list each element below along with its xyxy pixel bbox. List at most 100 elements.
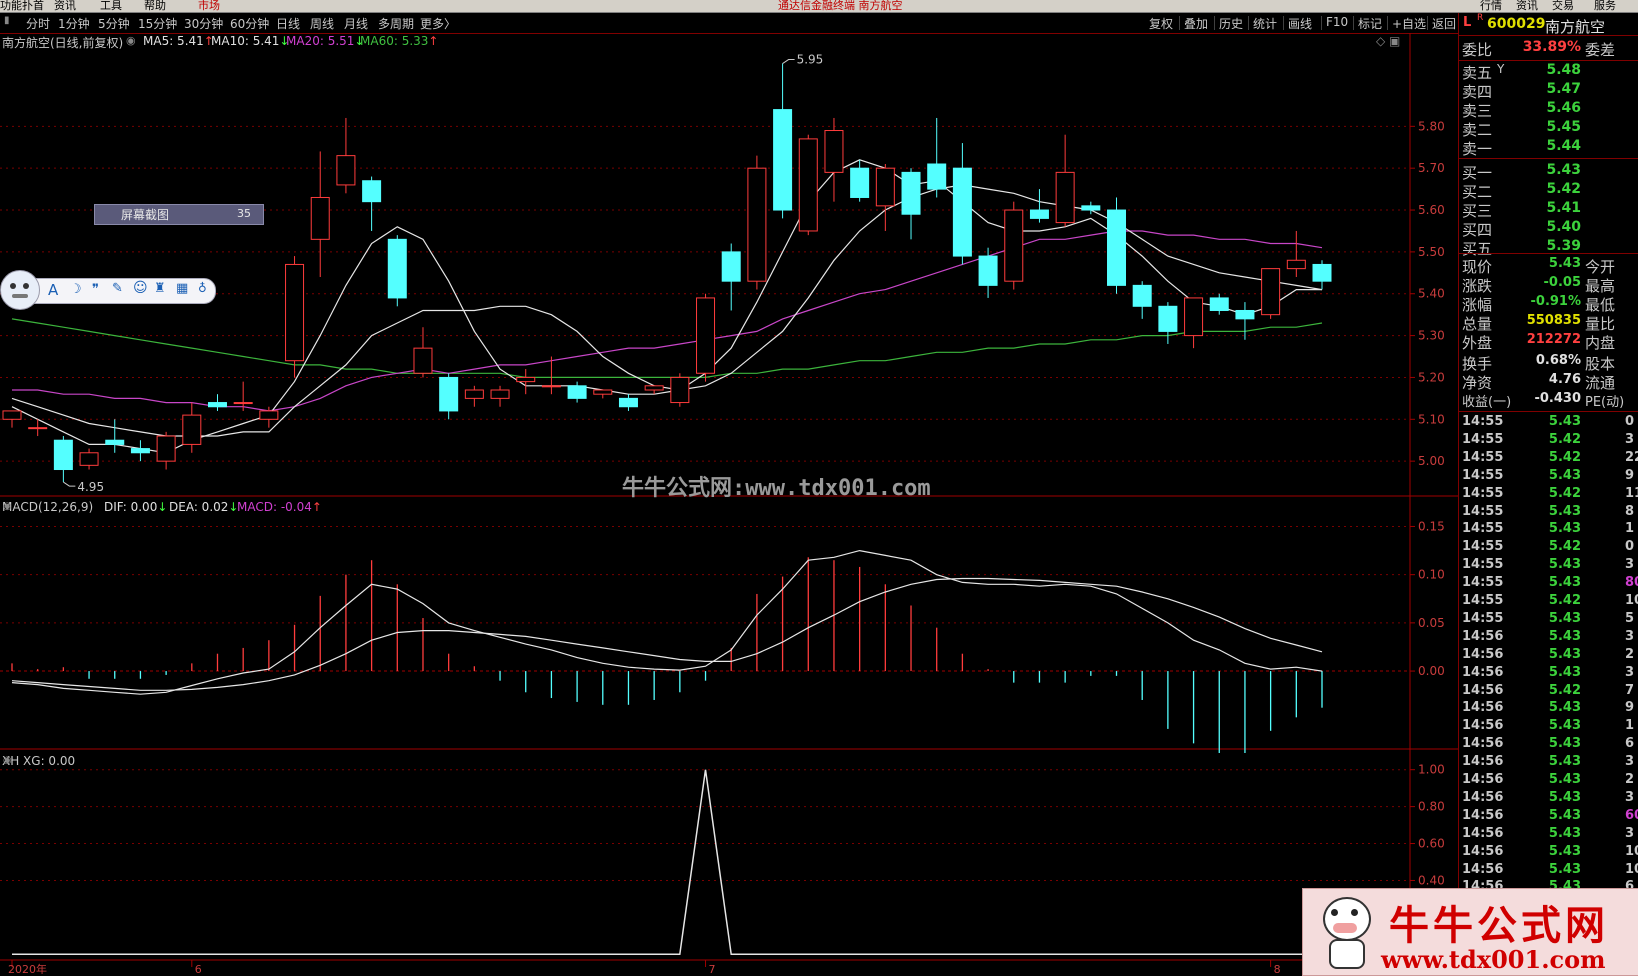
moon-icon[interactable]: ☽ (70, 282, 82, 297)
tick-volume: 10 (1625, 861, 1638, 877)
candle-body (567, 385, 587, 399)
quote-divider (1459, 60, 1638, 61)
tick-volume: 22 (1625, 449, 1638, 465)
candle (490, 385, 510, 407)
ratio-label: 委比 (1462, 41, 1493, 59)
ma-settings-icon[interactable]: ◉ (126, 34, 136, 47)
period-tab[interactable]: 分时 (26, 15, 50, 32)
period-tab[interactable]: 1分钟 (58, 15, 90, 32)
ma-legend-item: MA60: 5.33↑ (360, 34, 438, 48)
candle (362, 176, 382, 231)
ask-row-label: 卖一 (1462, 140, 1493, 158)
quote-divider (1459, 253, 1638, 254)
candle (1004, 201, 1024, 290)
toolbar-button[interactable]: 画线 (1288, 15, 1312, 32)
candle (875, 164, 895, 231)
top-menu-item[interactable]: 行情 (1480, 0, 1502, 12)
toolbar-button[interactable]: F10 (1326, 15, 1348, 29)
ratio-diff-label: 委差 (1585, 41, 1616, 59)
candle (285, 256, 305, 378)
period-tab[interactable]: 多周期 (378, 15, 414, 32)
candle (1286, 230, 1306, 277)
top-menu-item[interactable]: 资讯 (1516, 0, 1538, 12)
top-menu-item[interactable]: 工具 (100, 0, 122, 12)
tick-row: 14:55 5.42 11 (1459, 486, 1638, 504)
smile-icon[interactable]: ☺ (133, 280, 148, 296)
top-menu-item[interactable]: 市场 (198, 0, 220, 12)
macd-settings-icon[interactable]: ◉ (3, 501, 12, 512)
screenshot-badge[interactable]: 屏幕截图 35 (94, 204, 264, 225)
candle (207, 394, 227, 411)
top-menu-item[interactable]: 帮助 (144, 0, 166, 12)
tick-time: 14:56 (1462, 754, 1504, 770)
tick-price: 5.43 (1548, 467, 1581, 483)
quote-icon[interactable]: ❞ (92, 282, 99, 297)
ma60-line (11, 318, 1323, 378)
period-tab[interactable]: 周线 (310, 15, 334, 32)
toolbar-button[interactable]: 返回 (1432, 15, 1456, 32)
stat-label-2: PE(动) (1585, 395, 1625, 410)
low-marker (63, 481, 76, 487)
tick-time: 14:56 (1462, 628, 1504, 644)
tick-volume: 0 (1625, 539, 1635, 555)
wrench-icon[interactable]: ✎ (112, 281, 123, 296)
stat-label: 现价 (1462, 258, 1493, 276)
period-tab[interactable]: 5分钟 (98, 15, 130, 32)
axis-tick-label: 0.40 (1418, 873, 1445, 887)
bid-row-label: 买三 (1462, 202, 1493, 220)
period-tab[interactable]: 15分钟 (138, 15, 177, 32)
tick-price: 5.43 (1548, 807, 1581, 823)
shirt-icon[interactable]: ♜ (154, 281, 166, 296)
period-tab[interactable]: 日线 (276, 15, 300, 32)
tick-row: 14:55 5.43 0 (1459, 414, 1638, 432)
axis-tick-label: 5.30 (1418, 329, 1445, 343)
text-tool-icon[interactable]: A (48, 281, 58, 299)
trade-icon[interactable]: Y (1497, 62, 1504, 76)
candle-body (1235, 309, 1255, 320)
candle-body (670, 376, 690, 404)
ask-row-value: 5.45 (1546, 119, 1581, 135)
tick-time: 14:56 (1462, 700, 1504, 716)
candle-body (28, 427, 48, 430)
candle-body (79, 452, 99, 466)
mascot-icon[interactable] (0, 270, 40, 310)
period-tab[interactable]: 月线 (344, 15, 368, 32)
top-menu-item[interactable]: 服务 (1594, 0, 1616, 12)
ma-legend-value: MA5: 5.41 (143, 34, 204, 48)
tick-price: 5.43 (1548, 628, 1581, 644)
candle (156, 431, 176, 470)
floating-toolbox[interactable]: A ☽ ❞ ✎ ☺ ♜ ▦ ♁ (0, 270, 216, 310)
period-tab[interactable]: 更多〉 (420, 15, 456, 32)
xg-settings-icon[interactable]: ◉ (3, 755, 12, 766)
bid-row: 买三 5.41 (1459, 200, 1638, 220)
ask-row-label: 卖三 (1462, 102, 1493, 120)
top-menu-item[interactable]: 通达信金融终端 南方航空 (778, 0, 903, 12)
toolbar-button[interactable]: +自选 (1392, 15, 1426, 32)
stat-row: 净资 4.76 流通 (1459, 372, 1638, 392)
toolbar-button[interactable]: 叠加 (1184, 15, 1208, 32)
period-tab[interactable]: 30分钟 (184, 15, 223, 32)
candle (1107, 197, 1127, 294)
tick-row: 14:55 5.43 9 (1459, 468, 1638, 486)
candle-body (1158, 305, 1178, 332)
toolbar-button[interactable]: 统计 (1253, 15, 1277, 32)
tick-time: 14:55 (1462, 593, 1504, 608)
tick-price: 5.42 (1548, 485, 1581, 501)
top-menu-item[interactable]: 功能扑首 (0, 0, 44, 12)
toolbar-button[interactable]: 标记 (1358, 15, 1382, 32)
top-menu-item[interactable]: 资讯 (54, 0, 76, 12)
top-menu-item[interactable]: 交易 (1552, 0, 1574, 12)
sidebar-toggle-icon[interactable]: ▮ (4, 15, 10, 26)
period-tab[interactable]: 60分钟 (230, 15, 269, 32)
tick-volume: 10 (1625, 843, 1638, 859)
toolbar-button[interactable]: 复权 (1149, 15, 1173, 32)
grid-icon[interactable]: ▦ (176, 281, 188, 296)
tick-price: 5.43 (1548, 521, 1581, 537)
candle (773, 63, 793, 219)
toolbar-button[interactable]: 历史 (1219, 15, 1243, 32)
candle-body (156, 435, 176, 462)
stat-label-2: 股本 (1585, 355, 1616, 373)
lock-icon[interactable]: ♁ (198, 281, 207, 295)
candle-body (439, 376, 459, 412)
panel-expand-icon[interactable]: ◇ ▣ (1376, 34, 1400, 48)
